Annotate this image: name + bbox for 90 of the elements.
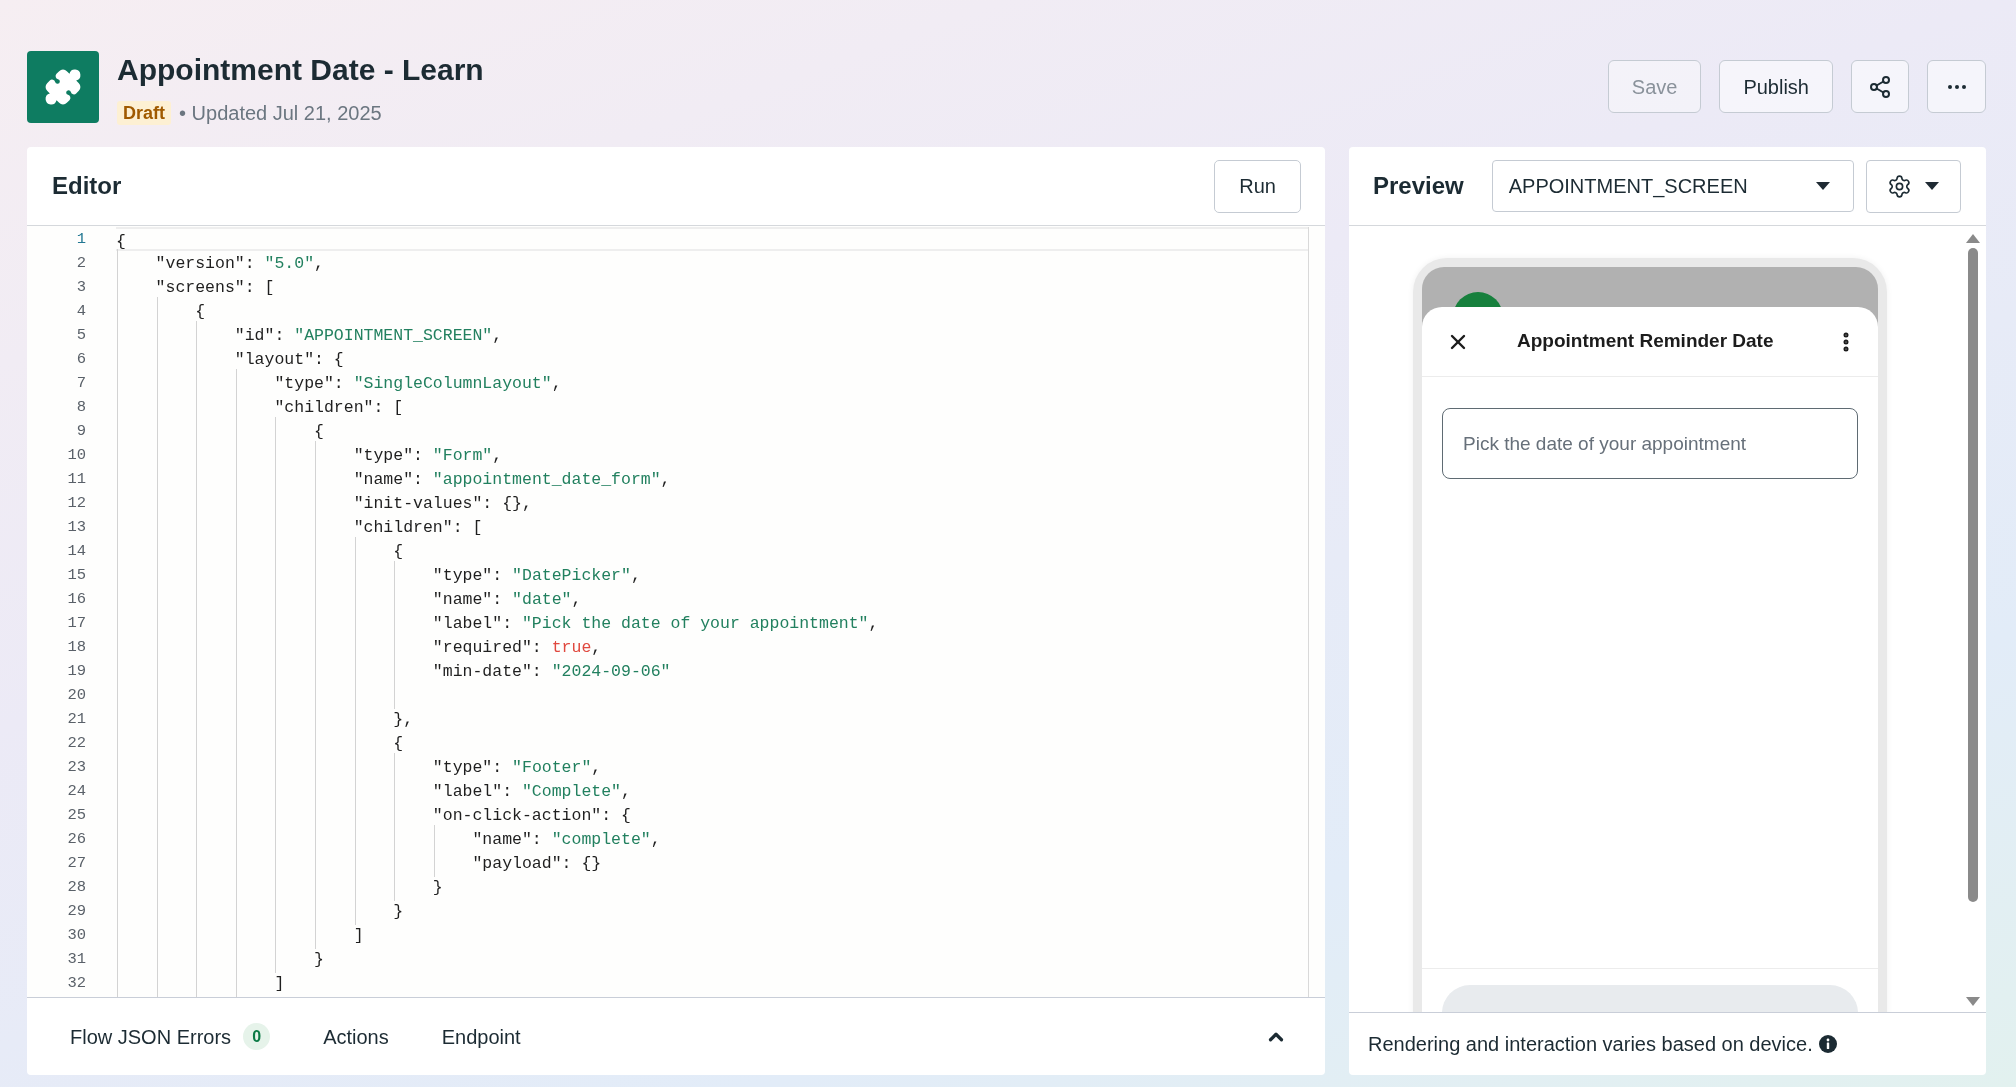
code-line: "version": "5.0", [154,254,324,273]
line-number: 30 [66,925,86,946]
toolbar-button[interactable]: Publish [1719,60,1833,113]
line-number: 26 [66,829,86,850]
puzzle-icon [44,68,82,106]
code-line: "type": "SingleColumnLayout", [273,374,562,393]
more-icon [1947,84,1966,89]
preview-title: Preview [1373,171,1464,201]
code-line: "label": "Pick the date of your appointment", [431,614,879,633]
code-line: { [392,734,404,753]
caret-icon [1815,181,1831,191]
line-number: 24 [66,781,86,802]
updated-date: • Updated Jul 21, 2025 [179,101,382,126]
code-line: "type": "DatePicker", [431,566,641,585]
sheet-title: Appointment Reminder Date [1517,329,1774,354]
scrollbar-thumb[interactable] [1968,248,1978,902]
info-icon [1818,1035,1837,1053]
panel-tab[interactable]: Flow JSON Errors 0 [70,1021,271,1052]
line-number: 23 [66,757,86,778]
code-line: "on-click-action": { [431,806,631,825]
code-line: "payload": {} [471,854,602,873]
settings-icon [1887,173,1912,199]
line-number: 18 [66,637,86,658]
line-number: 16 [66,589,86,610]
line-number: 22 [66,733,86,754]
code-line: { [313,422,324,441]
code-line: } [313,950,324,969]
line-number: 2 [75,253,86,274]
code-line: ] [352,926,364,945]
code-line: { [194,302,206,321]
line-number: 19 [66,661,86,682]
run-button[interactable]: Run [1214,159,1301,213]
line-number: 21 [66,709,86,730]
line-number: 28 [66,877,86,898]
line-number: 27 [66,853,86,874]
line-number: 15 [66,565,86,586]
code-line: "name": "complete", [471,830,661,849]
code-line: }, [392,710,414,729]
line-number: 3 [75,277,86,298]
code-line: "name": "appointment_date_form", [352,470,671,489]
code-line: ] [273,974,285,993]
line-number: 4 [75,301,86,322]
scroll-down-arrow-icon[interactable] [1966,997,1980,1006]
share-icon [1868,74,1892,99]
settings-button[interactable] [1866,159,1961,213]
device-note: Rendering and interaction varies based on device. [1368,1032,1813,1057]
line-number: 7 [75,373,86,394]
line-number: 17 [66,613,86,634]
line-number: 29 [66,901,86,922]
line-number: 31 [66,949,86,970]
line-number: 8 [75,397,86,418]
code-line: "required": true, [431,638,602,657]
date-field[interactable]: Pick the date of your appointment [1442,408,1858,479]
caret-icon [1924,181,1940,191]
code-line: { [392,542,404,561]
scroll-up-arrow-icon[interactable] [1966,234,1980,243]
code-line: "type": "Footer", [431,758,602,777]
code-line: "type": "Form", [352,446,503,465]
code-line: "label": "Complete", [431,782,631,801]
code-line: "init-values": {}, [352,494,532,513]
panel-tab[interactable]: Actions [323,1021,389,1052]
code-line: "name": "date", [431,590,582,609]
code-line: } [392,902,404,921]
code-line: "screens": [ [154,278,275,297]
draft-badge: Draft [117,101,171,125]
line-number: 6 [75,349,86,370]
line-number: 10 [66,445,86,466]
code-line: "children": [ [273,398,404,417]
line-number: 1 [75,229,86,250]
line-number: 9 [75,421,86,442]
line-number: 20 [66,685,86,706]
screen-select[interactable]: APPOINTMENT_SCREEN [1491,160,1854,212]
line-number: 13 [66,517,86,538]
flow-title: Appointment Date - Learn [117,52,484,88]
line-number: 12 [66,493,86,514]
code-line: { [116,232,126,251]
editor-title: Editor [52,171,122,201]
code-line: "children": [ [352,518,483,537]
code-line: "id": "APPOINTMENT_SCREEN", [233,326,503,345]
line-number: 11 [66,469,86,490]
line-number: 5 [75,325,86,346]
line-number: 32 [66,973,86,994]
line-number: 25 [66,805,86,826]
share-button[interactable] [1851,60,1909,113]
code-line: } [431,878,443,897]
code-line: "min-date": "2024-09-06" [431,662,671,681]
error-count-badge: 0 [243,1023,271,1050]
line-number: 14 [66,541,86,562]
panel-tab[interactable]: Endpoint [441,1021,521,1052]
code-line: "layout": { [233,350,344,369]
